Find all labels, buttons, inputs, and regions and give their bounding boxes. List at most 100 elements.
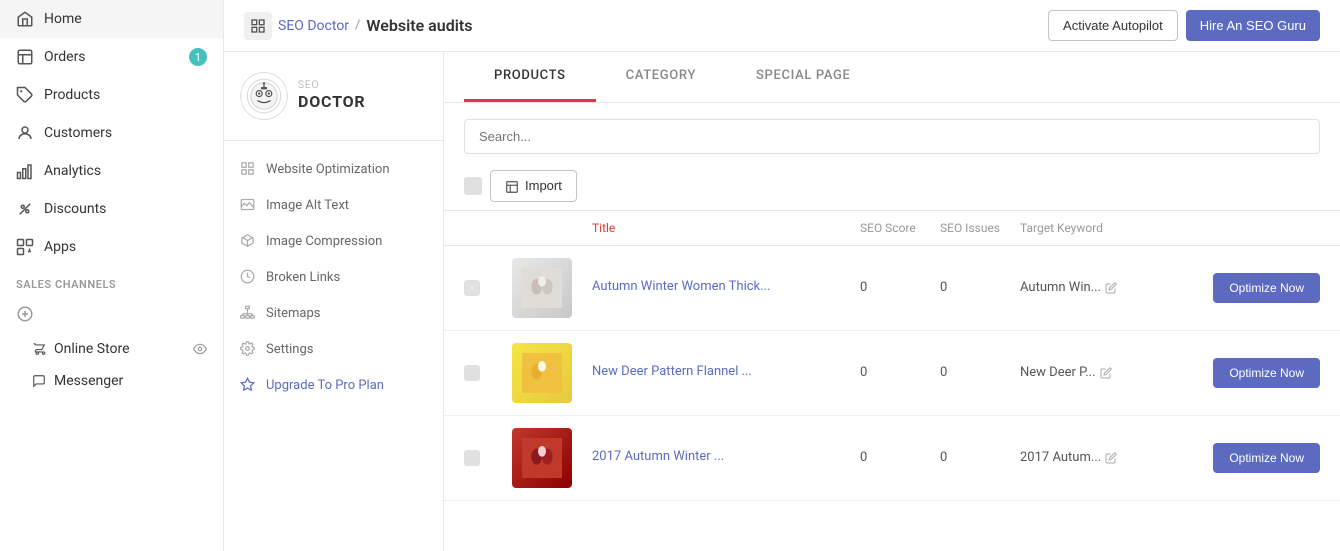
seo-menu-label: Settings (266, 342, 313, 357)
product-title[interactable]: 2017 Autumn Winter ... (592, 448, 860, 466)
seo-menu-item-sitemaps[interactable]: Sitemaps (224, 295, 443, 331)
edit-icon[interactable] (1100, 365, 1112, 380)
seo-logo: SEO DOCTOR (224, 72, 443, 141)
seo-menu-item-broken-links[interactable]: Broken Links (224, 259, 443, 295)
sidebar-item-products[interactable]: Products (0, 76, 223, 114)
sidebar-item-online-store[interactable]: Online Store (0, 333, 223, 365)
import-button[interactable]: Import (490, 170, 577, 202)
target-keyword: 2017 Autum... (1020, 450, 1180, 465)
product-image (512, 258, 572, 318)
products-icon (16, 86, 34, 104)
tab-products[interactable]: PRODUCTS (464, 52, 596, 102)
seo-issues: 0 (940, 450, 1020, 465)
table-row: Autumn Winter Women Thick... 0 0 Autumn … (444, 246, 1340, 331)
sidebar-item-discounts[interactable]: Discounts (0, 190, 223, 228)
target-keyword: New Deer P... (1020, 365, 1180, 380)
sidebar-item-home[interactable]: Home (0, 0, 223, 38)
orders-badge: 1 (189, 48, 207, 66)
website-optimization-icon (240, 161, 256, 177)
hire-seo-guru-button[interactable]: Hire An SEO Guru (1186, 10, 1320, 41)
target-keyword: Autumn Win... (1020, 280, 1180, 295)
col-image (512, 221, 592, 235)
import-icon (505, 178, 519, 194)
product-image (512, 343, 572, 403)
seo-score: 0 (860, 280, 940, 295)
col-action (1180, 221, 1320, 235)
table-container: Title SEO Score SEO Issues Target Keywor… (444, 211, 1340, 551)
seo-score: 0 (860, 365, 940, 380)
breadcrumb-app-name[interactable]: SEO Doctor (278, 18, 349, 34)
sidebar-item-label: Apps (44, 239, 76, 255)
col-seo-issues: SEO Issues (940, 221, 1020, 235)
seo-issues: 0 (940, 280, 1020, 295)
main-panel: PRODUCTS CATEGORY SPECIAL PAGE Import (444, 52, 1340, 551)
search-input[interactable] (464, 119, 1320, 154)
upgrade-icon (240, 377, 256, 393)
top-header: SEO Doctor / Website audits Activate Aut… (224, 0, 1340, 52)
seo-menu-label: Upgrade To Pro Plan (266, 378, 384, 393)
eye-icon[interactable] (193, 341, 207, 357)
sidebar-item-messenger[interactable]: Messenger (0, 365, 223, 397)
col-checkbox (464, 221, 512, 235)
sidebar-item-orders[interactable]: Orders 1 (0, 38, 223, 76)
tab-category[interactable]: CATEGORY (596, 52, 726, 102)
sitemaps-icon (240, 305, 256, 321)
app-icon (244, 12, 272, 40)
select-all-checkbox[interactable] (464, 177, 482, 195)
sidebar-item-label: Products (44, 87, 100, 103)
tab-special-page[interactable]: SPECIAL PAGE (726, 52, 881, 102)
sidebar-item-label: Discounts (44, 201, 106, 217)
discounts-icon (16, 200, 34, 218)
seo-menu-label: Image Compression (266, 234, 382, 249)
product-title[interactable]: New Deer Pattern Flannel ... (592, 363, 860, 381)
edit-icon[interactable] (1105, 280, 1117, 295)
sidebar-item-label: Home (44, 11, 82, 27)
broken-links-icon (240, 269, 256, 285)
breadcrumb-separator: / (355, 18, 360, 33)
online-store-actions (193, 341, 207, 357)
seo-menu-item-website-optimization[interactable]: Website Optimization (224, 151, 443, 187)
row-checkbox[interactable] (464, 450, 480, 466)
seo-menu-label: Website Optimization (266, 162, 390, 177)
add-circle-icon[interactable] (16, 305, 34, 323)
sidebar-item-analytics[interactable]: Analytics (0, 152, 223, 190)
seo-logo-text: SEO DOCTOR (298, 80, 365, 111)
sidebar-item-apps[interactable]: Apps (0, 228, 223, 266)
seo-logo-small: SEO (298, 80, 365, 92)
sidebar-section-sales-channels-header (0, 295, 223, 333)
row-checkbox[interactable] (464, 280, 480, 296)
optimize-button[interactable]: Optimize Now (1213, 273, 1320, 303)
app-content: SEO DOCTOR Website Optimization Image Al… (224, 52, 1340, 551)
sidebar-item-customers[interactable]: Customers (0, 114, 223, 152)
optimize-button[interactable]: Optimize Now (1213, 443, 1320, 473)
sales-channels-title: SALES CHANNELS (0, 266, 223, 295)
customers-icon (16, 124, 34, 142)
col-target-keyword: Target Keyword (1020, 221, 1180, 235)
header-actions: Activate Autopilot Hire An SEO Guru (1048, 10, 1320, 41)
col-title: Title (592, 221, 860, 235)
sidebar-item-label: Orders (44, 49, 86, 65)
edit-icon[interactable] (1105, 450, 1117, 465)
table-row: 2017 Autumn Winter ... 0 0 2017 Autum...… (444, 416, 1340, 501)
seo-menu-item-image-alt-text[interactable]: Image Alt Text (224, 187, 443, 223)
table-row: New Deer Pattern Flannel ... 0 0 New Dee… (444, 331, 1340, 416)
activate-autopilot-button[interactable]: Activate Autopilot (1048, 10, 1178, 41)
apps-icon (16, 238, 34, 256)
seo-menu-item-image-compression[interactable]: Image Compression (224, 223, 443, 259)
table-header: Title SEO Score SEO Issues Target Keywor… (444, 211, 1340, 246)
settings-icon (240, 341, 256, 357)
optimize-button[interactable]: Optimize Now (1213, 358, 1320, 388)
seo-menu-item-upgrade[interactable]: Upgrade To Pro Plan (224, 367, 443, 403)
breadcrumb: SEO Doctor / Website audits (244, 12, 1040, 40)
seo-menu-item-settings[interactable]: Settings (224, 331, 443, 367)
row-checkbox[interactable] (464, 365, 480, 381)
seo-menu-label: Sitemaps (266, 306, 321, 321)
store-icon (32, 341, 46, 357)
product-title[interactable]: Autumn Winter Women Thick... (592, 278, 860, 296)
seo-menu-label: Broken Links (266, 270, 340, 285)
messenger-label: Messenger (54, 373, 123, 389)
seo-score: 0 (860, 450, 940, 465)
seo-issues: 0 (940, 365, 1020, 380)
action-bar: Import (444, 162, 1340, 211)
home-icon (16, 10, 34, 28)
